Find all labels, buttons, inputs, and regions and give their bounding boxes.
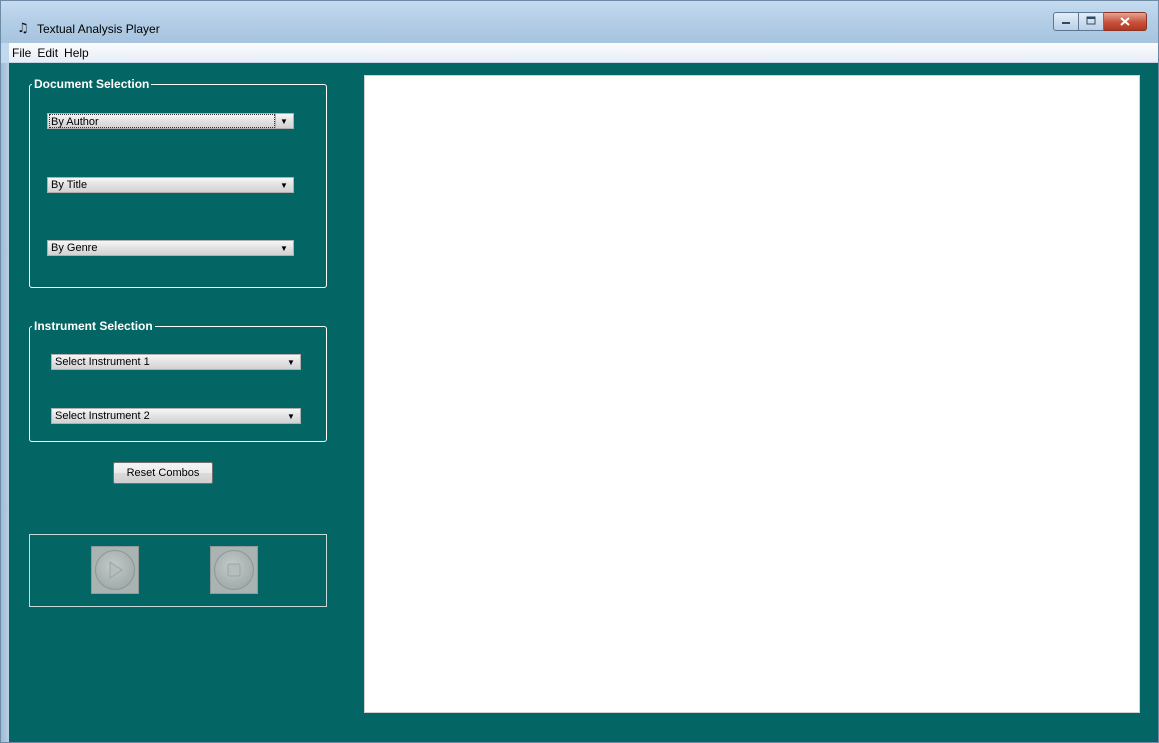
author-combo-value: By Author [49,114,275,128]
stop-button[interactable] [210,546,258,594]
play-button[interactable] [91,546,139,594]
minimize-icon [1061,15,1071,28]
document-selection-group: Document Selection By Author ▼ By Title … [29,76,327,288]
client-area: Document Selection By Author ▼ By Title … [9,63,1158,742]
close-button[interactable] [1104,12,1147,31]
instrument-selection-title: Instrument Selection [32,318,155,334]
genre-combo-value: By Genre [51,242,98,254]
playback-controls-panel [29,534,327,607]
window-frame-left [1,63,9,742]
chevron-down-icon: ▼ [287,357,295,367]
genre-combo[interactable]: By Genre ▼ [47,240,294,256]
stop-icon [214,550,254,590]
menu-help[interactable]: Help [61,44,92,62]
play-icon [95,550,135,590]
music-notes-icon: ♫ [17,21,29,36]
maximize-icon [1086,15,1096,28]
maximize-button[interactable] [1079,12,1104,31]
instrument-2-combo[interactable]: Select Instrument 2 ▼ [51,408,301,424]
document-selection-title: Document Selection [32,76,152,92]
instrument-selection-group: Instrument Selection Select Instrument 1… [29,318,327,442]
title-bar[interactable]: ♫ Textual Analysis Player [1,1,1158,43]
title-combo[interactable]: By Title ▼ [47,177,294,193]
visualization-canvas[interactable] [364,75,1140,713]
instrument-1-combo-value: Select Instrument 1 [55,356,150,368]
menu-bar: File Edit Help [9,43,1158,63]
chevron-down-icon: ▼ [287,411,295,421]
instrument-1-combo[interactable]: Select Instrument 1 ▼ [51,354,301,370]
menu-edit[interactable]: Edit [34,44,61,62]
window-controls [1053,12,1147,31]
window-title: Textual Analysis Player [37,22,160,36]
instrument-2-combo-value: Select Instrument 2 [55,410,150,422]
reset-combos-button[interactable]: Reset Combos [113,462,213,484]
author-combo[interactable]: By Author ▼ [47,113,294,129]
chevron-down-icon: ▼ [280,243,288,253]
close-icon [1120,15,1130,29]
app-window: ♫ Textual Analysis Player File Edit Help… [0,0,1159,743]
chevron-down-icon: ▼ [280,180,288,190]
minimize-button[interactable] [1053,12,1079,31]
chevron-down-icon: ▼ [275,114,292,128]
menu-file[interactable]: File [9,44,34,62]
title-combo-value: By Title [51,179,88,191]
